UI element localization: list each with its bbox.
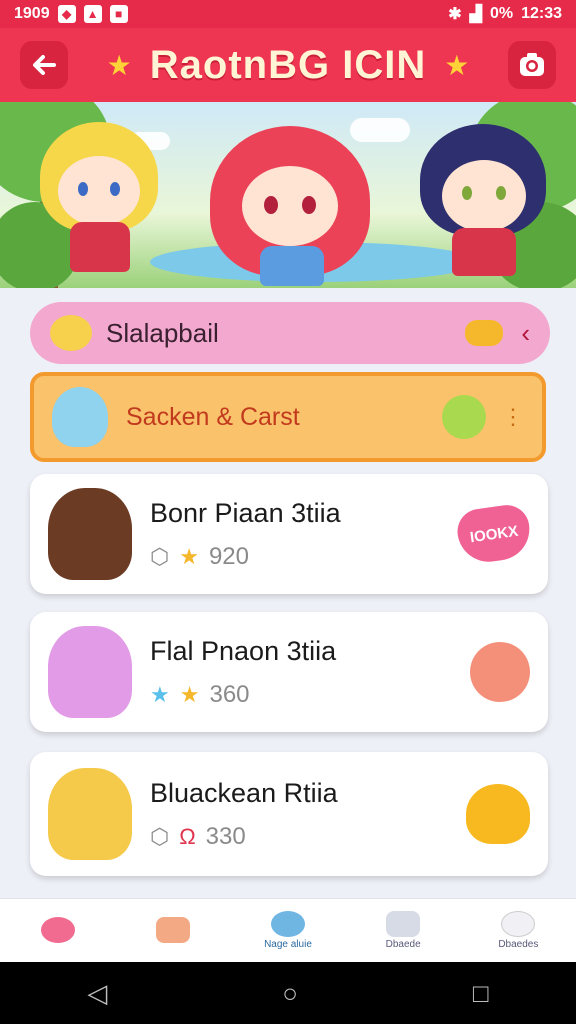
star-icon: ★: [179, 681, 200, 707]
back-icon[interactable]: ◁: [87, 978, 107, 1009]
chick-icon: [466, 784, 530, 844]
recents-icon[interactable]: □: [473, 978, 489, 1009]
list-item[interactable]: Flal Pnaon 3tiia ★ ★ 360: [30, 612, 548, 732]
nav-label: Nage aluie: [264, 939, 312, 950]
section-label: Slalapbail: [106, 317, 219, 348]
notification-icon: ■: [109, 5, 128, 23]
nav-label: Dbaede: [385, 939, 421, 950]
chevron-left-icon: ‹: [521, 317, 530, 348]
status-bar: 1909 ◆ ▲ ■ ✱ ▟ 0% 12:33: [0, 0, 576, 28]
critters-icon: [470, 642, 530, 702]
avatar: [48, 488, 132, 580]
section-pill[interactable]: Slalapbail ‹: [30, 302, 550, 364]
star-icon: ★: [179, 543, 199, 569]
item-name: Flal Pnaon 3tiia: [150, 635, 337, 666]
battery-level: 0%: [489, 5, 514, 22]
ribbon-icon: [465, 320, 504, 346]
avatar: [48, 768, 132, 860]
item-score: 360: [209, 680, 250, 708]
notification-icon: ◆: [57, 5, 76, 23]
box-icon: [386, 911, 421, 937]
star-icon: ★: [150, 681, 170, 707]
notification-icon: ▲: [83, 5, 102, 23]
system-nav: ◁ ○ □: [0, 962, 576, 1024]
avatar: [48, 626, 132, 718]
character-catgirl: [420, 124, 550, 284]
avatar: [52, 387, 108, 447]
back-button[interactable]: [20, 41, 68, 89]
cloud-icon: [270, 911, 305, 937]
item-score: 920: [208, 542, 249, 570]
more-icon[interactable]: ⋮: [502, 404, 524, 430]
character-blonde: [40, 122, 160, 282]
nav-item-messages[interactable]: [128, 916, 218, 945]
app-bar: ★ RaotnBG ICIN ★: [0, 28, 576, 102]
chat-icon: [155, 916, 190, 943]
bluetooth-icon: ✱: [448, 6, 462, 23]
horseshoe-icon: Ω: [179, 823, 196, 849]
camera-icon: [520, 53, 544, 76]
nav-item-profile[interactable]: Dbaedes: [473, 911, 563, 950]
camera-button[interactable]: [508, 41, 556, 89]
tree-icon: [40, 916, 75, 943]
box-icon: ⬡: [150, 823, 170, 849]
list-item[interactable]: Bonr Piaan 3tiia ⬡ ★ 920 IOOKX: [30, 474, 548, 594]
box-icon: ⬡: [150, 543, 170, 569]
nav-item-active[interactable]: Nage aluie: [243, 911, 333, 950]
item-name: Bluackean Rtiia: [150, 777, 338, 808]
bottom-nav: Nage aluie Dbaede Dbaedes: [0, 898, 576, 962]
clock: 12:33: [521, 5, 562, 22]
page-title: RaotnBG ICIN: [149, 42, 427, 87]
mascot-icon: [442, 395, 486, 439]
item-name: Bonr Piaan 3tiia: [150, 497, 341, 528]
hero-banner: [0, 102, 576, 288]
nav-label: Dbaedes: [498, 939, 539, 950]
status-text: 1909: [14, 5, 50, 22]
list-item[interactable]: Bluackean Rtiia ⬡ Ω 330: [30, 752, 548, 876]
arrow-left-icon: [33, 55, 56, 75]
star-icon: ★: [444, 49, 470, 81]
star-icon: ★: [106, 49, 132, 81]
nav-item-box[interactable]: Dbaede: [358, 911, 448, 950]
item-score: 330: [205, 822, 246, 850]
featured-label: Sacken & Carst: [126, 402, 300, 431]
signal-icon: ▟: [469, 6, 482, 23]
home-icon[interactable]: ○: [282, 978, 298, 1009]
featured-card[interactable]: Sacken & Carst ⋮: [30, 372, 546, 462]
mascot-icon: [50, 315, 92, 351]
character-redhead: [210, 116, 370, 286]
face-icon: [501, 911, 536, 937]
nav-item-home[interactable]: [13, 916, 103, 945]
heart-badge: IOOKX: [454, 502, 534, 566]
